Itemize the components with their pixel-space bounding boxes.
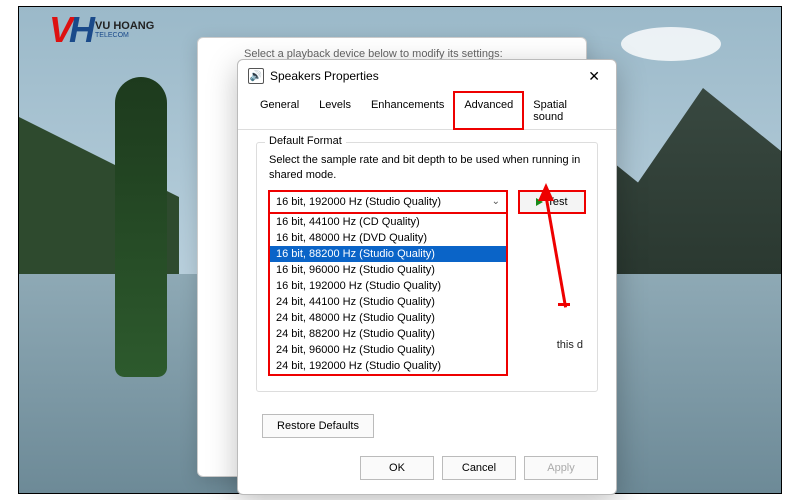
brand-sub: TELECOM — [95, 32, 154, 39]
cancel-button[interactable]: Cancel — [442, 456, 516, 480]
ok-button[interactable]: OK — [360, 456, 434, 480]
format-option[interactable]: 16 bit, 88200 Hz (Studio Quality) — [270, 246, 506, 262]
format-option[interactable]: 24 bit, 192000 Hz (Studio Quality) — [270, 358, 506, 374]
group-label: Default Format — [265, 135, 346, 147]
format-selected: 16 bit, 192000 Hz (Studio Quality) — [276, 196, 441, 208]
format-option[interactable]: 24 bit, 88200 Hz (Studio Quality) — [270, 326, 506, 342]
speaker-icon: 🔊 — [248, 68, 264, 84]
format-dropdown: 16 bit, 44100 Hz (CD Quality) 16 bit, 48… — [269, 213, 507, 375]
format-option[interactable]: 24 bit, 96000 Hz (Studio Quality) — [270, 342, 506, 358]
format-option[interactable]: 16 bit, 44100 Hz (CD Quality) — [270, 214, 506, 230]
tab-strip: General Levels Enhancements Advanced Spa… — [238, 92, 616, 130]
play-icon — [536, 198, 543, 206]
format-option[interactable]: 16 bit, 192000 Hz (Studio Quality) — [270, 278, 506, 294]
apply-button[interactable]: Apply — [524, 456, 598, 480]
tab-enhancements[interactable]: Enhancements — [361, 92, 454, 129]
format-combo: 16 bit, 192000 Hz (Studio Quality) ⌄ 16 … — [269, 191, 507, 213]
test-label: Test — [547, 196, 567, 208]
format-option[interactable]: 24 bit, 48000 Hz (Studio Quality) — [270, 310, 506, 326]
tab-spatial-sound[interactable]: Spatial sound — [523, 92, 604, 129]
group-desc: Select the sample rate and bit depth to … — [269, 153, 585, 183]
format-select[interactable]: 16 bit, 192000 Hz (Studio Quality) ⌄ — [269, 191, 507, 213]
test-button[interactable]: Test — [519, 191, 585, 213]
default-format-group: Default Format Select the sample rate an… — [256, 142, 598, 392]
brand-name: VU HOANG — [95, 21, 154, 32]
brand-logo: VH VU HOANG TELECOM — [49, 9, 154, 51]
truncated-text: this d — [557, 339, 583, 351]
restore-defaults-button[interactable]: Restore Defaults — [262, 414, 374, 438]
tab-levels[interactable]: Levels — [309, 92, 361, 129]
speakers-properties-dialog: 🔊 Speakers Properties ✕ General Levels E… — [237, 59, 617, 495]
format-option[interactable]: 24 bit, 44100 Hz (Studio Quality) — [270, 294, 506, 310]
format-option[interactable]: 16 bit, 96000 Hz (Studio Quality) — [270, 262, 506, 278]
dialog-title: Speakers Properties — [270, 69, 582, 83]
tab-advanced[interactable]: Advanced — [454, 92, 523, 129]
chevron-down-icon: ⌄ — [492, 196, 500, 207]
close-button[interactable]: ✕ — [582, 68, 606, 85]
format-option[interactable]: 16 bit, 48000 Hz (DVD Quality) — [270, 230, 506, 246]
tab-general[interactable]: General — [250, 92, 309, 129]
